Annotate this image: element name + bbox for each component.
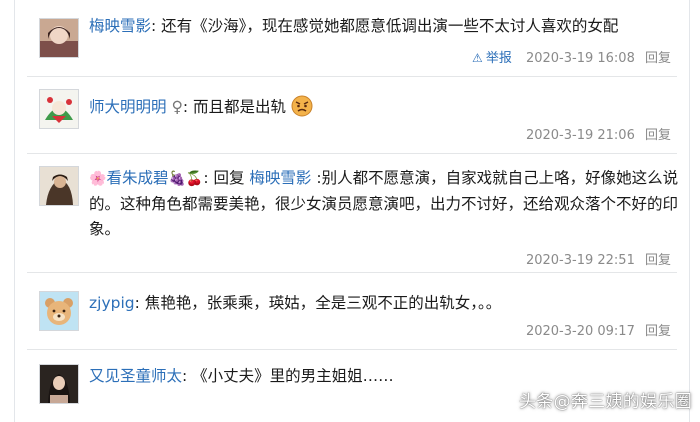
comment-body: zjypig: 焦艳艳，张乘乘，瑛姑，全是三观不正的出轨女，。。 — [89, 291, 679, 316]
timestamp: 2020-3-19 22:51 — [525, 253, 635, 268]
reply-button[interactable]: 回复 — [645, 51, 671, 66]
comment-meta: 2020-3-19 21:06 回复 — [526, 124, 671, 143]
comment-body: 师大明明明 ♀: 而且都是出轨 — [89, 95, 679, 125]
separator: : — [182, 98, 193, 116]
avatar[interactable] — [39, 166, 79, 206]
comment-item: 师大明明明 ♀: 而且都是出轨 2020-3-19 21:06 回复 — [15, 77, 689, 151]
warning-icon: ⚠ — [472, 51, 483, 65]
reply-button[interactable]: 回复 — [645, 253, 671, 268]
fruit-icons: 🍇🍒 — [168, 171, 204, 187]
comment-text: 还有《沙海》，现在感觉她都愿意低调出演一些不太讨人喜欢的女配 — [161, 17, 619, 35]
separator: : — [134, 294, 145, 312]
timestamp: 2020-3-19 16:08 — [525, 51, 635, 66]
comment-body: 梅映雪影: 还有《沙海》，现在感觉她都愿意低调出演一些不太讨人喜欢的女配 — [89, 14, 679, 39]
comment-meta: 2020-3-20 09:17 回复 — [526, 320, 671, 339]
reply-prefix: 回复 — [213, 169, 250, 187]
username-link[interactable]: 梅映雪影 — [89, 17, 151, 35]
separator: : — [182, 367, 193, 385]
comment-text: 《小丈夫》里的男主姐姐…… — [192, 367, 394, 385]
username-link[interactable]: 师大明明明 — [89, 98, 167, 116]
username-link[interactable]: zjypig — [89, 294, 135, 312]
avatar[interactable] — [39, 291, 79, 331]
comment-meta: ⚠ 举报 2020-3-19 16:08 回复 — [472, 47, 671, 66]
comment-item: 🌸看朱成碧🍇🍒: 回复 梅映雪影 :别人都不愿意演，自家戏就自己上咯，好像她这么… — [15, 154, 689, 272]
female-icon: ♀ — [171, 98, 183, 116]
timestamp: 2020-3-20 09:17 — [525, 324, 635, 339]
reply-to-user-link[interactable]: 梅映雪影 — [249, 169, 311, 187]
separator: : — [203, 169, 214, 187]
reply-button[interactable]: 回复 — [645, 128, 671, 143]
comment-body: 又见圣童师太: 《小丈夫》里的男主姐姐…… — [89, 364, 679, 389]
flower-icon: 🌸 — [89, 171, 107, 187]
comment-item: 梅映雪影: 还有《沙海》，现在感觉她都愿意低调出演一些不太讨人喜欢的女配 ⚠ 举报… — [15, 0, 689, 76]
report-link[interactable]: ⚠ 举报 — [472, 51, 512, 66]
comment-body: 🌸看朱成碧🍇🍒: 回复 梅映雪影 :别人都不愿意演，自家戏就自己上咯，好像她这么… — [89, 166, 679, 242]
comment-meta: 2020-3-19 22:51 回复 — [526, 249, 671, 268]
username-link[interactable]: 看朱成碧 — [106, 169, 168, 187]
report-label: 举报 — [485, 51, 512, 66]
comment-list: 梅映雪影: 还有《沙海》，现在感觉她都愿意低调出演一些不太讨人喜欢的女配 ⚠ 举报… — [14, 0, 690, 422]
avatar[interactable] — [39, 364, 79, 404]
username-link[interactable]: 又见圣童师太 — [89, 367, 182, 385]
comment-text: 焦艳艳，张乘乘，瑛姑，全是三观不正的出轨女，。。 — [144, 294, 502, 312]
reply-button[interactable]: 回复 — [645, 324, 671, 339]
angry-face-icon — [291, 95, 313, 125]
comment-item: zjypig: 焦艳艳，张乘乘，瑛姑，全是三观不正的出轨女，。。 2020-3-… — [15, 273, 689, 349]
avatar[interactable] — [39, 18, 79, 58]
watermark: 头条@奔三姨的娱乐圈 — [519, 392, 692, 412]
timestamp: 2020-3-19 21:06 — [525, 128, 635, 143]
separator: : — [151, 17, 162, 35]
comment-text: 而且都是出轨 — [192, 98, 286, 116]
avatar[interactable] — [39, 89, 79, 129]
